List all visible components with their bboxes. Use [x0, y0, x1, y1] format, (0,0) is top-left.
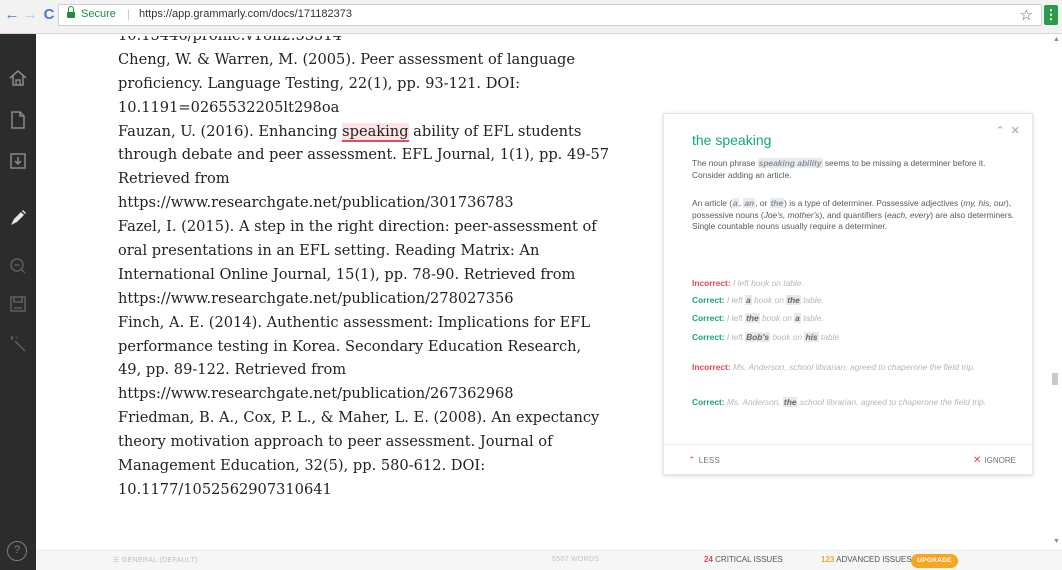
less-button[interactable]: ⌃ LESS — [688, 455, 720, 466]
doc-line: Finch, A. E. (2014). Authentic assessmen… — [118, 313, 591, 331]
doc-text: Fauzan, U. (2016). Enhancing — [118, 122, 343, 140]
goals-selector[interactable]: ☰ GENERAL (DEFAULT) — [113, 556, 198, 564]
pen-icon[interactable] — [6, 206, 30, 230]
scrollbar-thumb[interactable] — [1052, 373, 1058, 385]
suggestion-card: the speaking ⌃ ✕ The noun phrase speaking… — [663, 113, 1033, 475]
document-editor[interactable]: 10.15446/profile.v18n2.53514 Cheng, W. &… — [118, 36, 608, 546]
card-divider — [664, 444, 1032, 445]
suggestion-details: An article (a, an, or the) is a type of … — [692, 198, 1015, 231]
lock-icon — [67, 6, 75, 19]
search-icon[interactable] — [6, 254, 30, 278]
doc-line: oral presentations in an EFL setting. Re… — [118, 242, 540, 260]
doc-line: Fazel, I. (2015). A step in the right di… — [118, 218, 597, 236]
word-count: 5507 WORDS — [552, 556, 600, 563]
forward-icon[interactable]: → — [21, 6, 39, 24]
address-bar[interactable]: Secure | https://app.grammarly.com/docs/… — [58, 4, 1042, 26]
doc-line: performance testing in Korea. Secondary … — [118, 337, 582, 355]
url-text[interactable]: https://app.grammarly.com/docs/171182373 — [139, 8, 352, 20]
example-correct: Correct: Ms. Anderson, the school librar… — [692, 397, 987, 407]
doc-line: 10.15446/profile.v18n2.53514 — [118, 36, 608, 48]
chevron-up-icon[interactable]: ⌃ — [996, 125, 1005, 137]
chevron-up-icon: ⌃ — [688, 455, 696, 465]
star-icon[interactable]: ☆ — [1020, 6, 1033, 24]
secure-label: Secure — [81, 8, 116, 20]
help-icon[interactable]: ? — [7, 541, 27, 561]
browser-toolbar: ← → C Secure | https://app.grammarly.com… — [0, 0, 1062, 34]
example-correct: Correct: I left a book on the table. — [692, 295, 824, 305]
download-icon[interactable] — [6, 149, 30, 173]
status-bar: ☰ GENERAL (DEFAULT) 5507 WORDS 24 CRITIC… — [36, 550, 1062, 570]
doc-line: theory motivation approach to peer asses… — [118, 433, 553, 451]
example-incorrect: Incorrect: Ms. Anderson, school libraria… — [692, 362, 976, 372]
upgrade-button[interactable]: UPGRADE — [911, 554, 958, 568]
magic-wand-icon[interactable] — [6, 332, 30, 356]
scrollbar[interactable] — [1048, 34, 1062, 550]
example-correct: Correct: I left the book on a table. — [692, 313, 824, 323]
doc-line: International Online Journal, 15(1), pp.… — [118, 265, 576, 283]
new-document-icon[interactable] — [6, 108, 30, 132]
example-incorrect: Incorrect: I left book on table. — [692, 278, 804, 288]
close-icon[interactable]: ✕ — [1011, 125, 1020, 137]
critical-issues[interactable]: 24 CRITICAL ISSUES — [704, 555, 783, 564]
doc-line: https://www.researchgate.net/publication… — [118, 289, 514, 307]
more-vert-icon[interactable]: ⋮ — [1044, 5, 1058, 25]
advanced-issues[interactable]: 123 ADVANCED ISSUES — [821, 555, 912, 564]
doc-line: Fauzan, U. (2016). Enhancing speaking ab… — [118, 120, 608, 144]
card-controls: ⌃ ✕ — [990, 124, 1020, 137]
sidebar — [0, 34, 36, 570]
close-icon: ✕ — [973, 455, 982, 466]
highlighted-issue-word[interactable]: speaking — [342, 122, 409, 142]
reload-icon[interactable]: C — [40, 6, 58, 24]
doc-text: ability of EFL students — [408, 122, 582, 140]
doc-line: https://www.researchgate.net/publication… — [118, 385, 514, 403]
example-correct: Correct: I left Bob's book on his table. — [692, 332, 842, 342]
suggestion-title: the speaking — [692, 132, 772, 148]
doc-line: https://www.researchgate.net/publication… — [118, 194, 514, 212]
ignore-button[interactable]: ✕ IGNORE — [973, 455, 1016, 466]
doc-line: 10.1191=0265532205lt298oa — [118, 98, 340, 116]
doc-line: Cheng, W. & Warren, M. (2005). Peer asse… — [118, 50, 576, 68]
doc-line: through debate and peer assessment. EFL … — [118, 146, 608, 164]
doc-line: 10.1177/1052562907310641 — [118, 480, 332, 498]
back-icon[interactable]: ← — [3, 6, 21, 24]
doc-line: Friedman, B. A., Cox, P. L., & Maher, L.… — [118, 409, 600, 427]
save-icon[interactable] — [6, 292, 30, 316]
doc-line: Management Education, 32(5), pp. 580-612… — [118, 457, 486, 475]
suggestion-explanation: The noun phrase speaking ability seems t… — [692, 158, 986, 180]
scroll-down-icon[interactable]: ▼ — [1053, 538, 1060, 545]
scroll-up-icon[interactable]: ▲ — [1053, 36, 1060, 43]
doc-line: 49, pp. 89-122. Retrieved from — [118, 361, 347, 379]
doc-line: Retrieved from — [118, 170, 230, 188]
home-icon[interactable] — [6, 66, 30, 90]
doc-line: proficiency. Language Testing, 22(1), pp… — [118, 74, 521, 92]
url-separator: | — [127, 7, 131, 21]
